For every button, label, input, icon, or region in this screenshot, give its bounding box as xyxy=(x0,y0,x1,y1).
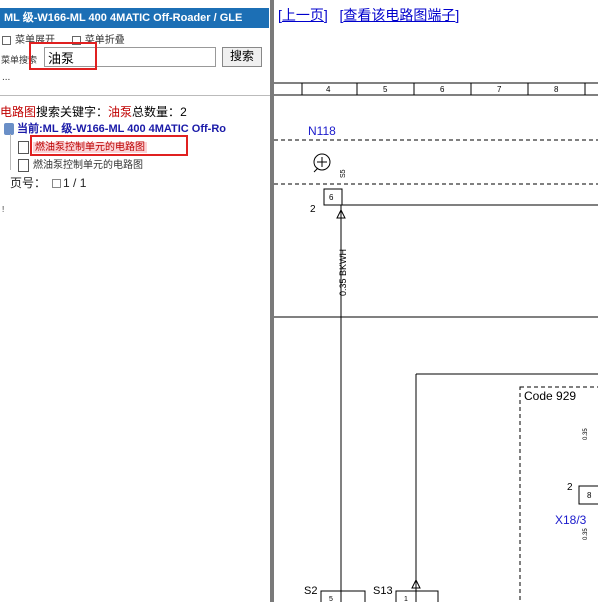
diagram-panel: [上一页] [查看该电路图端子] 4 5 6 7 8 N118 S5 6 2 0… xyxy=(274,0,598,602)
keyword-label: 搜索关键字： xyxy=(36,105,109,119)
label-x18-3: X18/3 xyxy=(555,513,587,527)
page-select-icon[interactable] xyxy=(52,179,62,189)
ruler-7: 7 xyxy=(497,85,502,94)
pager: 页号： 1 / 1 xyxy=(10,176,87,190)
tree-connector xyxy=(10,134,11,170)
svg-text:5: 5 xyxy=(329,596,333,602)
wiring-diagram: 4 5 6 7 8 N118 S5 6 2 0.35 BKWH Code 929 xyxy=(274,82,598,602)
tree-current-node[interactable]: 当前:ML 级-W166-ML 400 4MATIC Off-Ro xyxy=(4,120,226,136)
label-s2: S2 xyxy=(304,585,317,597)
svg-text:0.35: 0.35 xyxy=(583,428,589,440)
document-icon xyxy=(18,140,29,154)
checkbox-icon xyxy=(2,35,11,45)
connector-6: 6 xyxy=(329,193,334,202)
item-highlight-box xyxy=(30,135,188,156)
result-type: 电路图 xyxy=(0,105,37,119)
svg-text:S5: S5 xyxy=(340,169,347,178)
ruler-4: 4 xyxy=(326,85,331,94)
svg-text:0.35: 0.35 xyxy=(583,528,589,540)
ruler-6: 6 xyxy=(440,85,445,94)
code-929: Code 929 xyxy=(524,389,576,403)
label-s13: S13 xyxy=(373,585,393,597)
label-n118: N118 xyxy=(308,124,336,138)
tree-item-2[interactable]: 燃油泵控制单元的电路图 xyxy=(18,156,143,172)
document-icon xyxy=(18,158,29,172)
ellipsis: ... xyxy=(2,72,11,83)
vehicle-title: ML 级-W166-ML 400 4MATIC Off-Roader / GLE xyxy=(0,8,269,28)
ruler-5: 5 xyxy=(383,85,388,94)
tiny-mark: ! xyxy=(2,205,5,214)
search-button[interactable]: 搜索 xyxy=(222,47,262,67)
ruler-8: 8 xyxy=(554,85,559,94)
search-highlight-box xyxy=(29,42,97,70)
wire-color: 0.35 BKWH xyxy=(338,249,348,296)
pin-2: 2 xyxy=(310,204,316,215)
x18-pin: 2 xyxy=(567,482,573,493)
search-result-summary: 电路图搜索关键字：油泵总数量：2 xyxy=(0,103,187,120)
count-value: 2 xyxy=(180,105,187,119)
left-panel: ML 级-W166-ML 400 4MATIC Off-Roader / GLE… xyxy=(0,0,270,602)
car-folder-icon xyxy=(4,123,14,136)
divider xyxy=(0,95,270,96)
svg-text:1: 1 xyxy=(404,596,408,602)
x18-number: 8 xyxy=(587,491,592,500)
count-label: 总数量： xyxy=(132,105,181,119)
keyword-value: 油泵 xyxy=(108,105,133,119)
